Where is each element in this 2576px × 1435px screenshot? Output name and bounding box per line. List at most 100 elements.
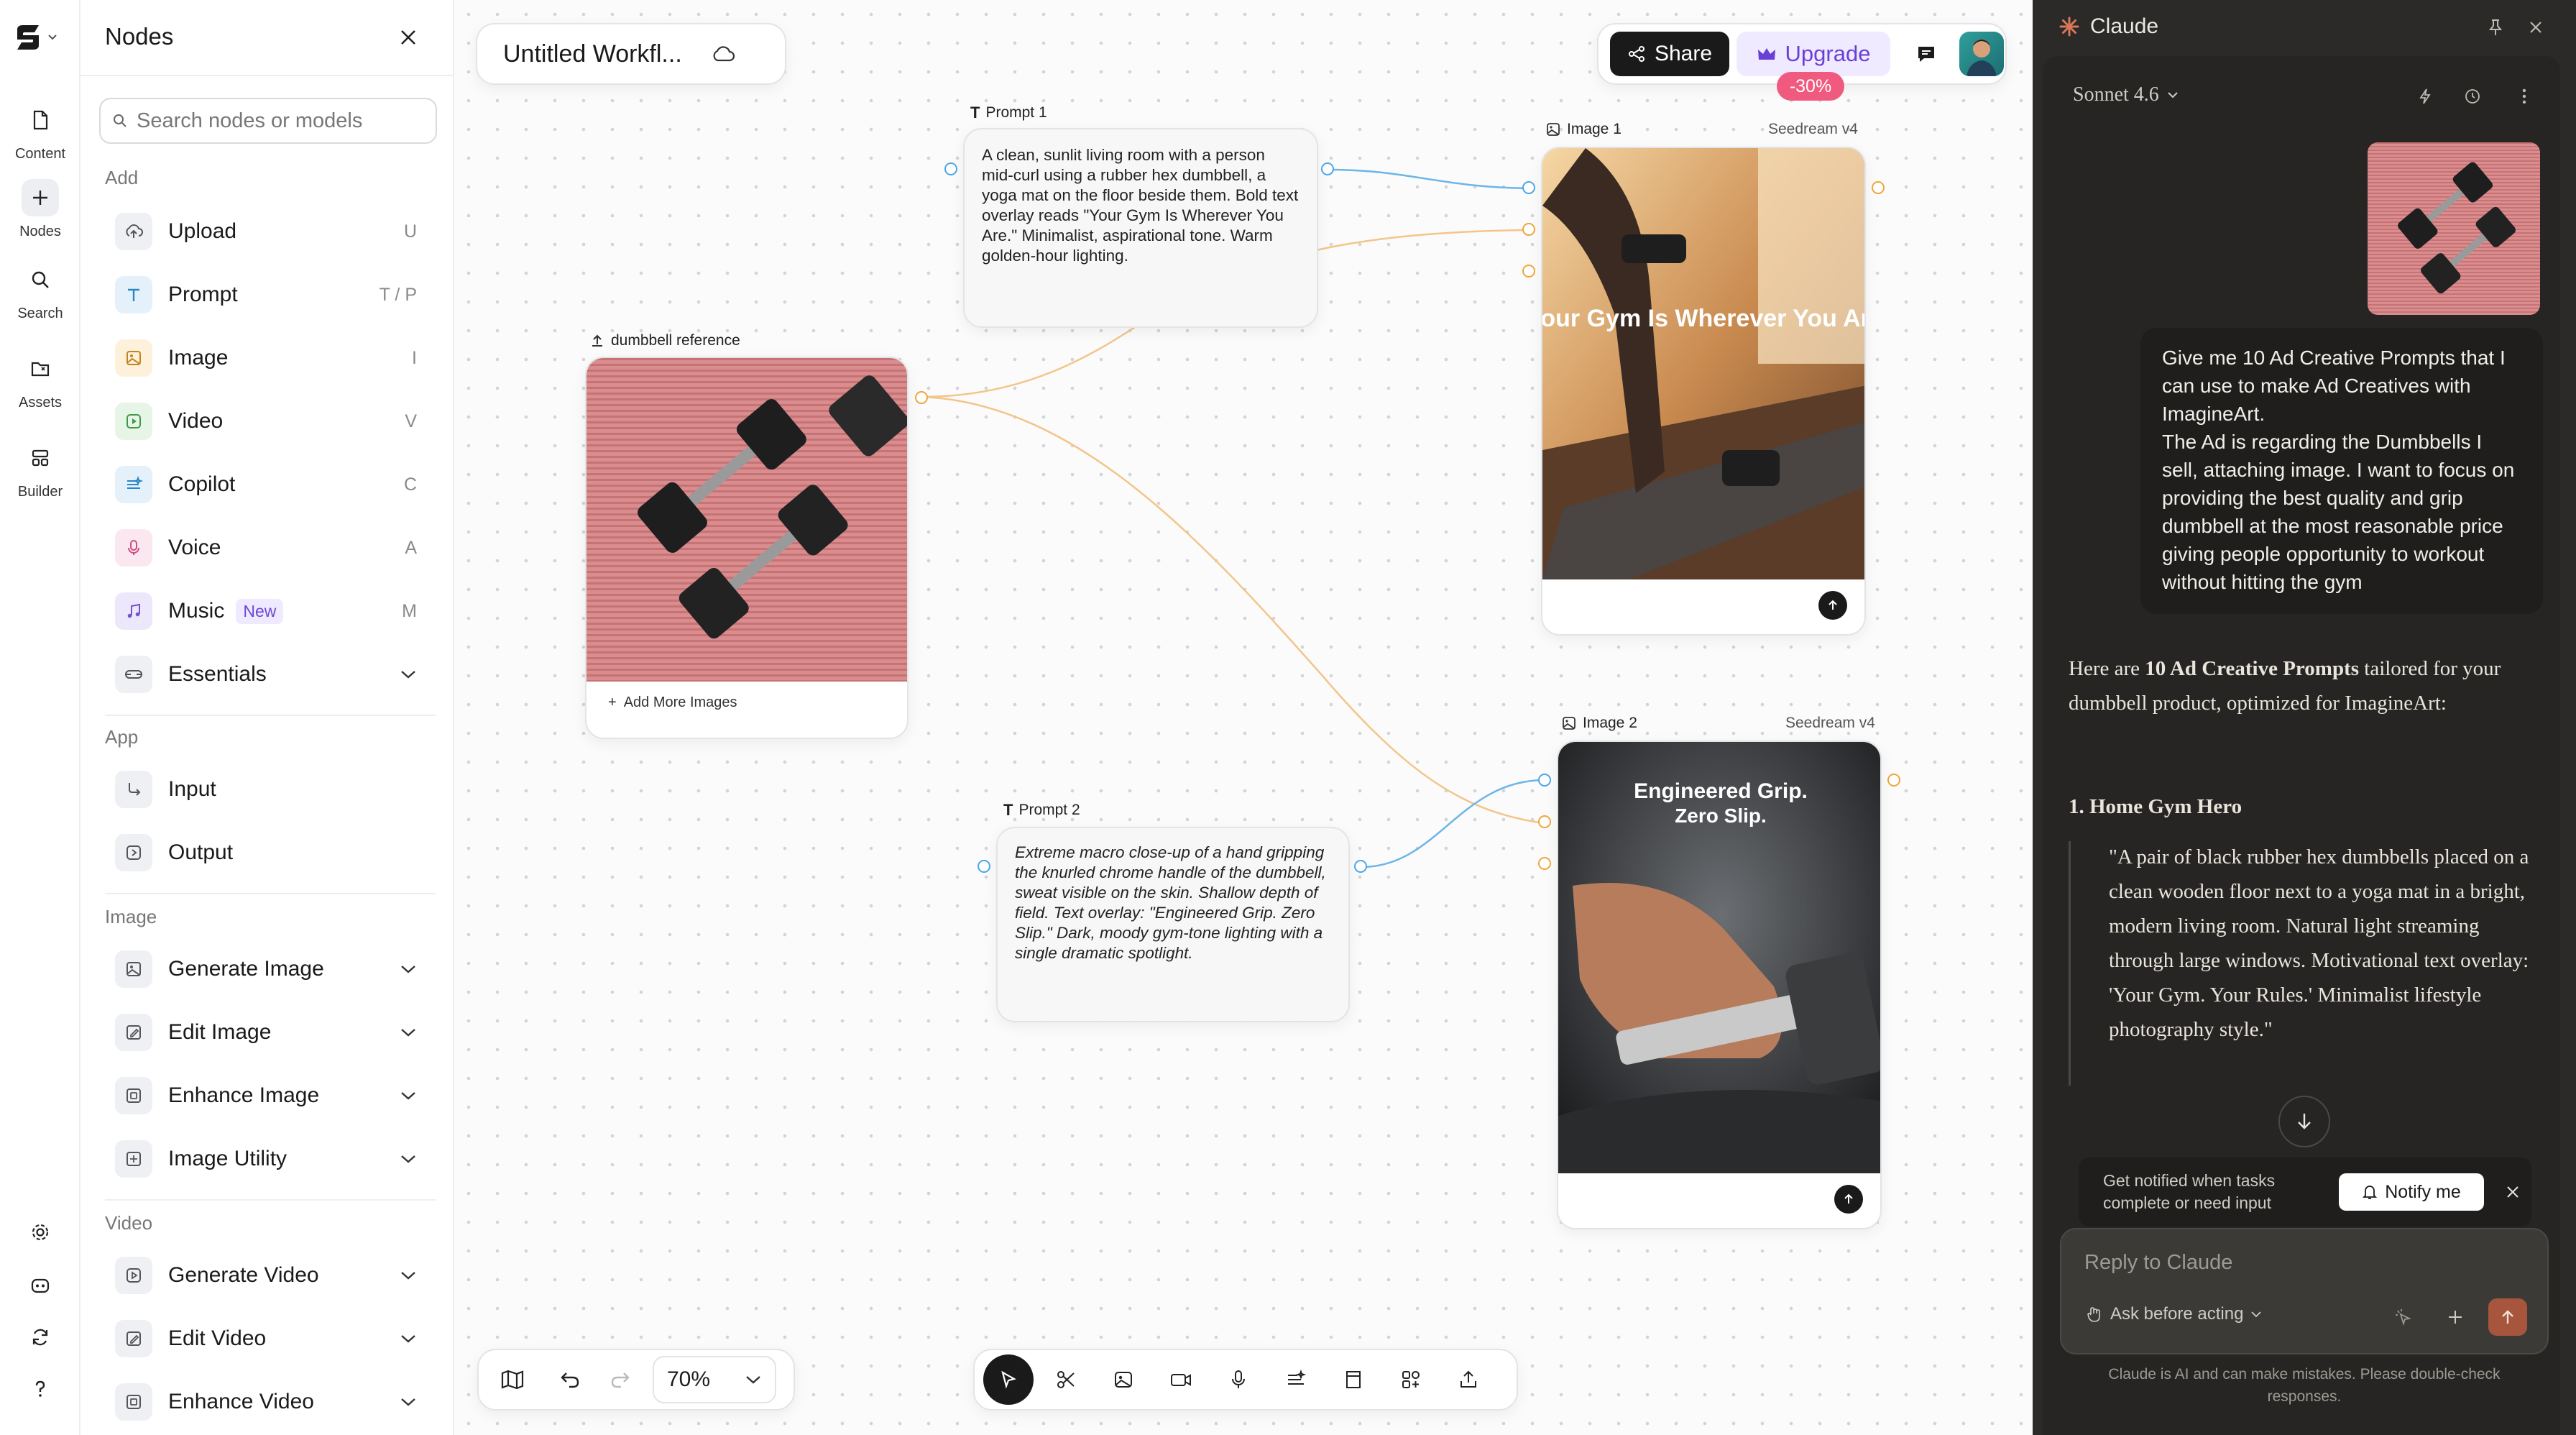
response-intro-bold: 10 Ad Creative Prompts — [2145, 657, 2360, 680]
upgrade-button[interactable]: Upgrade — [1736, 32, 1890, 76]
prompt1-text[interactable]: A clean, sunlit living room with a perso… — [982, 145, 1300, 266]
ask-mode-label: Ask before acting — [2110, 1304, 2244, 1324]
image2-image-port[interactable] — [1538, 815, 1551, 828]
notify-button-label: Notify me — [2385, 1181, 2461, 1202]
chevron-down-icon — [746, 1376, 760, 1384]
reply-input[interactable]: Reply to Claude — [2084, 1251, 2232, 1275]
close-icon[interactable] — [2523, 14, 2549, 40]
ask-mode-selector[interactable]: Ask before acting — [2086, 1304, 2262, 1324]
zoom-value: 70% — [667, 1367, 711, 1391]
model-selector[interactable]: Sonnet 4.6 — [2073, 83, 2179, 106]
prompt1-node[interactable]: A clean, sunlit living room with a perso… — [963, 128, 1318, 328]
arrow-up-icon[interactable] — [1818, 591, 1847, 620]
claude-header: Claude — [2058, 14, 2158, 39]
zoom-select[interactable]: 70% — [653, 1356, 776, 1403]
redo-icon[interactable] — [595, 1354, 645, 1405]
prompt2-output-port[interactable] — [1354, 860, 1367, 873]
close-icon[interactable] — [2500, 1179, 2526, 1205]
image1-image-port[interactable] — [1522, 223, 1535, 236]
text-icon: T — [1003, 801, 1013, 819]
image2-label-text: Image 2 — [1583, 715, 1637, 731]
image1-label-text: Image 1 — [1567, 121, 1622, 137]
crown-icon — [1757, 48, 1775, 60]
send-button[interactable] — [2488, 1298, 2527, 1336]
image2-node-label: Image 2 — [1561, 715, 1637, 732]
scissors-icon[interactable] — [1041, 1354, 1091, 1405]
image-tool-icon[interactable] — [1098, 1354, 1149, 1405]
image1-prompt-port[interactable] — [1522, 181, 1535, 194]
video-camera-icon[interactable] — [1156, 1354, 1206, 1405]
prompt2-node-label: T Prompt 2 — [1003, 801, 1080, 820]
chevron-down-icon — [2251, 1311, 2262, 1318]
arrow-up-icon — [2502, 1310, 2513, 1324]
pin-icon[interactable] — [2483, 14, 2508, 40]
claude-logo-icon — [2059, 17, 2079, 37]
map-icon[interactable] — [487, 1354, 538, 1405]
image2-node[interactable]: Engineered Grip. Zero Slip. — [1557, 741, 1882, 1229]
notify-me-button[interactable]: Notify me — [2339, 1173, 2484, 1211]
wire-reference-image2 — [921, 395, 1545, 825]
share-icon — [1628, 46, 1644, 62]
share-label: Share — [1654, 42, 1713, 65]
prompt1-output-port[interactable] — [1321, 162, 1334, 175]
image2-output-port[interactable] — [1887, 774, 1900, 787]
workflow-title-box[interactable]: Untitled Workfl... — [476, 23, 786, 85]
image-icon — [1547, 123, 1560, 136]
notify-text: Get notified when tasks complete or need… — [2103, 1171, 2276, 1212]
cursor-tap-icon[interactable] — [2391, 1304, 2416, 1330]
reference-node[interactable]: + Add More Images — [585, 357, 908, 739]
undo-icon[interactable] — [545, 1354, 595, 1405]
image1-node-label: Image 1 — [1545, 121, 1622, 138]
image1-extra-port[interactable] — [1522, 265, 1535, 278]
arrow-up-icon[interactable] — [1834, 1185, 1863, 1214]
history-icon[interactable] — [2460, 83, 2485, 109]
mic-icon[interactable] — [1213, 1354, 1264, 1405]
disclaimer: Claude is AI and can make mistakes. Plea… — [2108, 1366, 2501, 1405]
cloud-icon[interactable] — [711, 45, 735, 63]
export-icon[interactable] — [1443, 1354, 1494, 1405]
reference-node-label: dumbbell reference — [589, 332, 740, 349]
image1-node[interactable]: Your Gym Is Wherever You Are — [1541, 147, 1866, 636]
wire-prompt1-image1 — [1328, 168, 1529, 190]
prompt2-input-port[interactable] — [978, 860, 990, 873]
scroll-down-icon[interactable] — [2278, 1096, 2330, 1147]
tools-bar — [973, 1349, 1518, 1411]
prompt2-node[interactable]: Extreme macro close-up of a hand grippin… — [996, 827, 1350, 1022]
dumbbell-reference-image — [586, 358, 907, 682]
reference-output-port[interactable] — [915, 391, 928, 404]
upgrade-label: Upgrade — [1785, 41, 1871, 66]
workflow-title[interactable]: Untitled Workfl... — [503, 40, 682, 68]
response-item-title: 1. Home Gym Hero — [2069, 795, 2242, 818]
image1-output-port[interactable] — [1872, 181, 1885, 194]
image2-prompt-port[interactable] — [1538, 774, 1551, 787]
bell-icon — [2363, 1186, 2378, 1199]
note-icon[interactable] — [1328, 1354, 1379, 1405]
add-more-label: Add More Images — [623, 694, 737, 710]
plus-icon[interactable] — [2442, 1304, 2468, 1330]
claude-title: Claude — [2090, 14, 2159, 38]
reply-box — [2060, 1228, 2549, 1354]
image-icon — [1563, 717, 1576, 730]
user-message: Give me 10 Ad Creative Prompts that I ca… — [2140, 328, 2543, 614]
more-options-icon[interactable] — [2511, 83, 2537, 109]
copilot-icon[interactable] — [1271, 1354, 1321, 1405]
prompt1-input-port[interactable] — [944, 162, 957, 175]
lightning-icon[interactable] — [2412, 83, 2438, 109]
chevron-down-icon — [2168, 92, 2178, 98]
view-controls: 70% — [477, 1349, 795, 1411]
image2-extra-port[interactable] — [1538, 857, 1551, 870]
pointer-icon[interactable] — [983, 1354, 1034, 1405]
image1-output: Your Gym Is Wherever You Are — [1542, 148, 1864, 579]
share-button[interactable]: Share — [1610, 32, 1729, 76]
text-icon: T — [970, 104, 980, 122]
prompt2-text[interactable]: Extreme macro close-up of a hand grippin… — [1015, 843, 1331, 963]
attached-image[interactable] — [2368, 142, 2540, 315]
discount-badge: -30% — [1777, 72, 1844, 101]
prompt1-node-label: T Prompt 1 — [970, 104, 1047, 122]
avatar[interactable] — [1959, 32, 2004, 76]
image1-model: Seedream v4 — [1768, 121, 1858, 137]
comment-icon[interactable] — [1912, 40, 1941, 68]
components-icon[interactable] — [1386, 1354, 1436, 1405]
add-more-images-button[interactable]: + Add More Images — [608, 694, 737, 711]
image2-overlay-line2: Zero Slip. — [1675, 804, 1767, 827]
